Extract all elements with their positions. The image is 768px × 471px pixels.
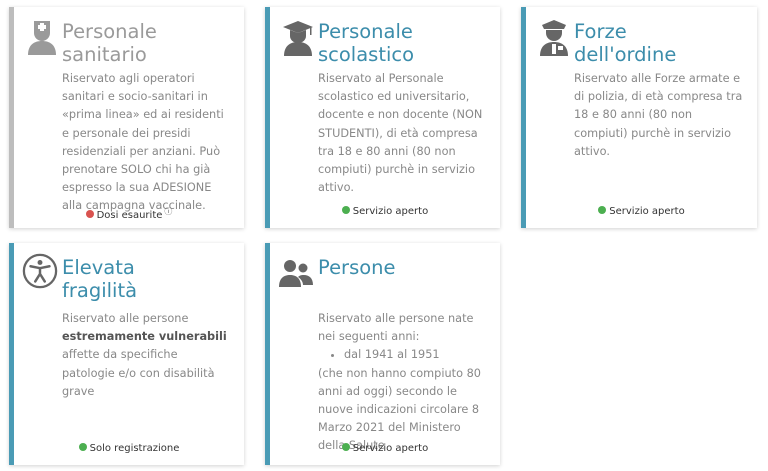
- card-title: Persone: [318, 256, 396, 279]
- card-forze-ordine[interactable]: Forze dell'ordine Riservato alle Forze a…: [521, 7, 757, 228]
- emphasis-text: estremamente vulnerabili: [62, 330, 227, 344]
- card-description: Riservato alle Forze armate e di polizia…: [574, 72, 743, 158]
- users-icon: [279, 260, 313, 287]
- accessibility-icon: [22, 253, 58, 289]
- card-title: Personale scolastico: [318, 20, 415, 66]
- card-personale-scolastico[interactable]: Personale scolastico Riservato al Person…: [265, 7, 500, 228]
- card-elevata-fragilita[interactable]: Elevata fragilità Riservato alle persone…: [9, 243, 244, 465]
- status-badge: Solo registrazione: [14, 443, 244, 454]
- doctor-icon: [28, 21, 56, 55]
- status-badge: Servizio aperto: [270, 206, 500, 217]
- card-description: Riservato al Personale scolastico ed uni…: [318, 72, 483, 195]
- graduate-icon: [283, 21, 313, 56]
- police-officer-icon: [540, 20, 568, 56]
- card-title: Forze dell'ordine: [574, 20, 677, 66]
- card-title: Elevata fragilità: [62, 256, 138, 302]
- status-badge: Dosi esaurite ⓘ: [14, 206, 244, 221]
- card-description: Riservato alle persone nate nei seguenti…: [318, 310, 488, 456]
- card-personale-sanitario[interactable]: Personale sanitario Riservato agli opera…: [9, 7, 244, 228]
- status-badge: Servizio aperto: [270, 443, 500, 454]
- card-description: Riservato agli operatori sanitari e soci…: [62, 72, 224, 213]
- list-item: dal 1941 al 1951: [344, 346, 488, 364]
- status-dot: [78, 443, 87, 451]
- status-dot: [341, 206, 350, 214]
- status-dot: [598, 206, 607, 214]
- card-title: Personale sanitario: [62, 20, 157, 66]
- card-persone[interactable]: Persone Riservato alle persone nate nei …: [265, 243, 500, 465]
- status-badge: Servizio aperto: [526, 206, 757, 217]
- card-description: Riservato alle persone estremamente vuln…: [62, 312, 227, 398]
- status-dot: [85, 210, 94, 218]
- status-dot: [341, 443, 350, 451]
- info-icon[interactable]: ⓘ: [164, 206, 172, 217]
